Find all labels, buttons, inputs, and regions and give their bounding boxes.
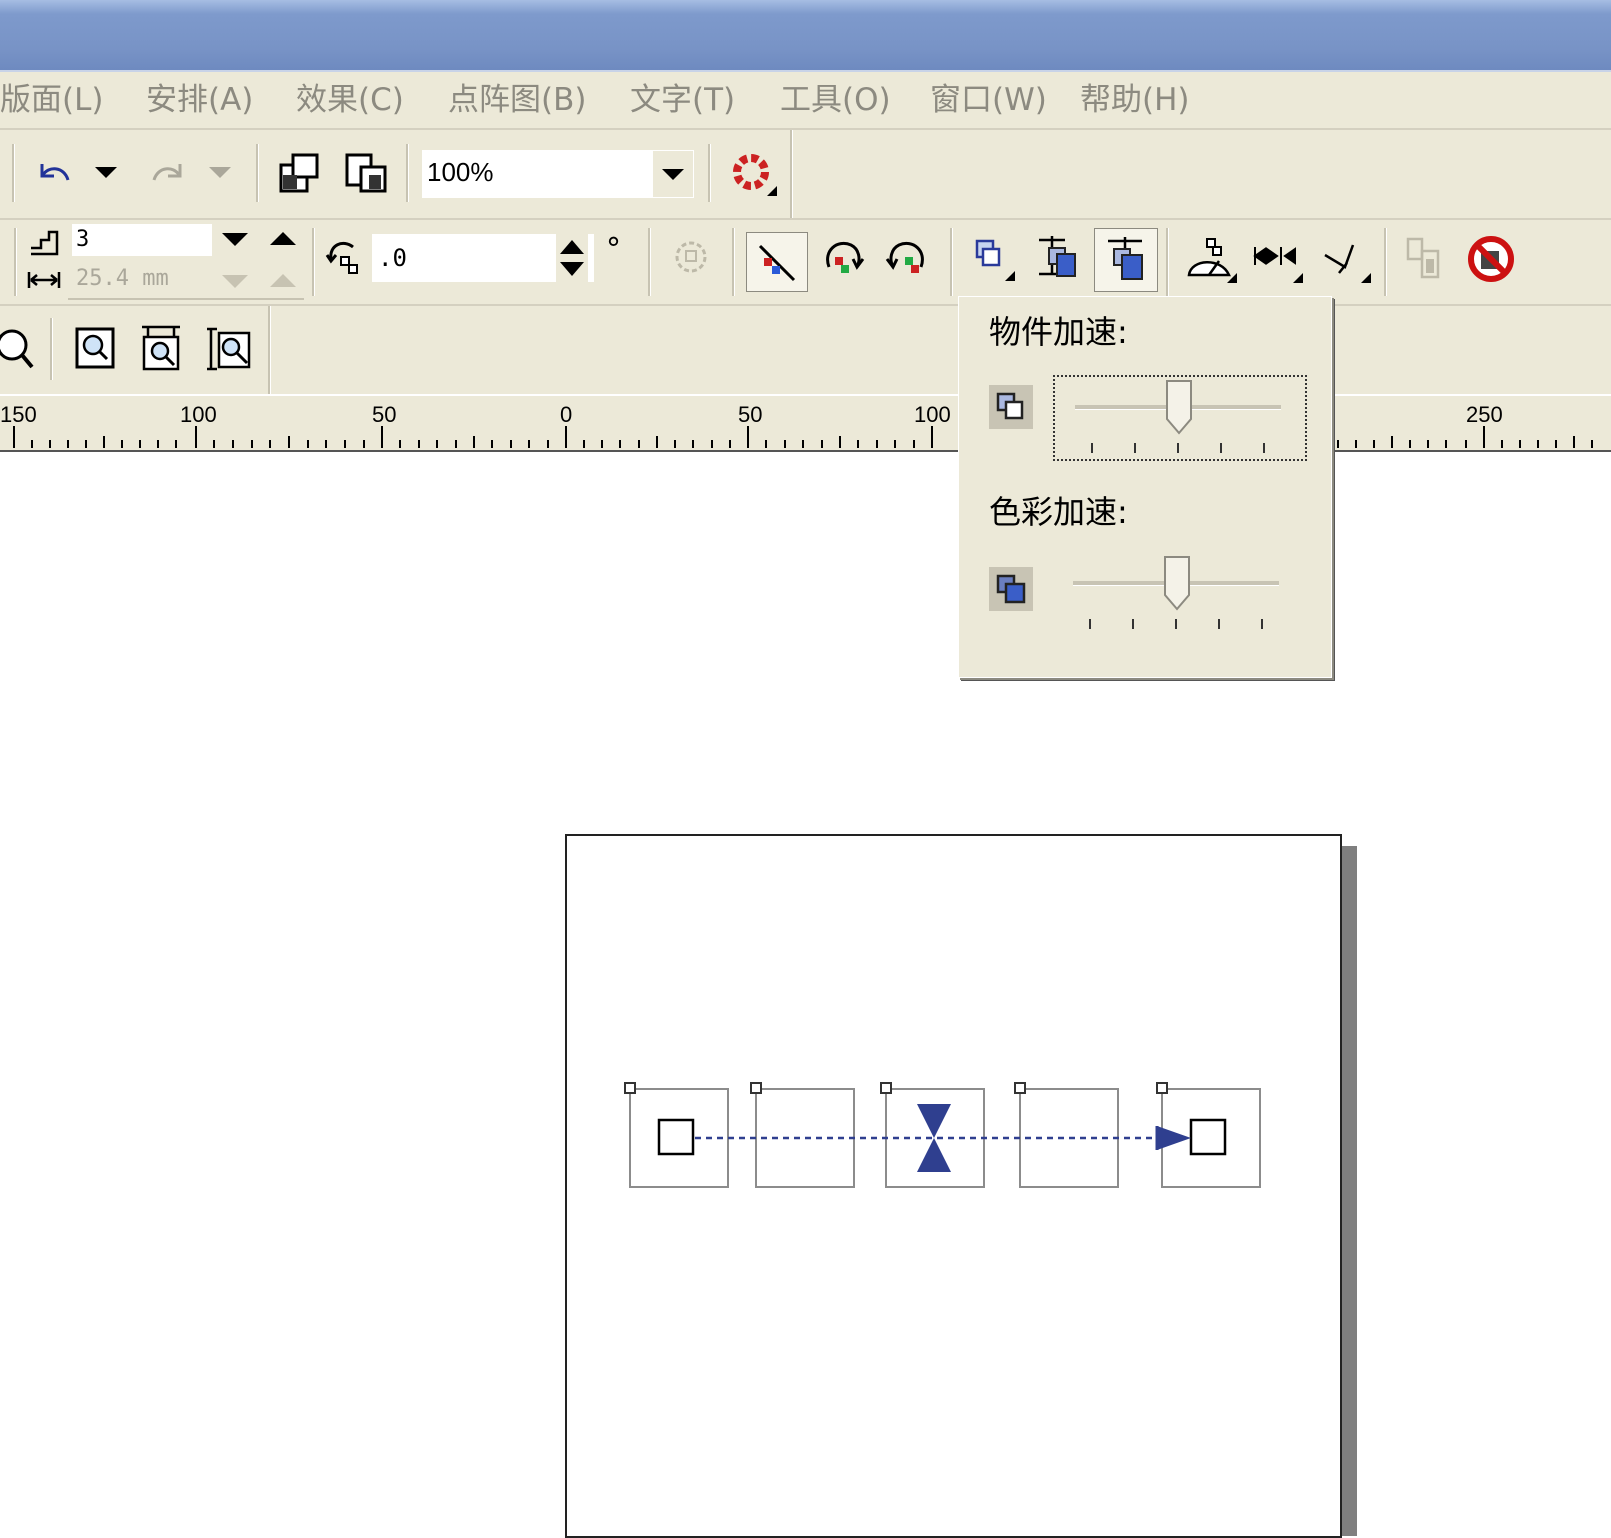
separator bbox=[648, 228, 651, 296]
slider-tick bbox=[1218, 619, 1220, 629]
ruler-label: 100 bbox=[180, 402, 217, 427]
slider-thumb[interactable] bbox=[1163, 555, 1191, 611]
spacing-icon bbox=[24, 264, 64, 296]
slider-tick bbox=[1089, 619, 1091, 629]
clockwise-blend-icon[interactable] bbox=[814, 232, 870, 286]
object-acceleration-label: 物件加速: bbox=[989, 313, 1128, 351]
degree-symbol: ° bbox=[606, 232, 621, 267]
spacing-decrease-icon bbox=[220, 270, 250, 292]
slider-tick bbox=[1263, 443, 1265, 453]
corel-launcher-icon[interactable] bbox=[726, 148, 782, 200]
slider-tick bbox=[1091, 443, 1093, 453]
copy-blend-properties-icon bbox=[1398, 232, 1452, 286]
acceleration-popup: 物件加速: 色彩加速: bbox=[958, 296, 1332, 678]
object-acceleration-icon[interactable] bbox=[968, 232, 1020, 286]
zoom-to-selected-icon[interactable] bbox=[70, 320, 120, 376]
menu-arrange[interactable]: 安排(A) bbox=[146, 72, 253, 128]
separator bbox=[1166, 228, 1169, 296]
separator bbox=[1384, 228, 1387, 296]
slider-thumb[interactable] bbox=[1165, 379, 1193, 435]
redo-icon[interactable] bbox=[144, 150, 192, 196]
spacing-increase-icon bbox=[268, 270, 298, 292]
separator bbox=[256, 144, 259, 202]
import-icon[interactable] bbox=[274, 148, 326, 198]
ruler-label: 50 bbox=[372, 402, 397, 427]
color-acceleration-slider[interactable] bbox=[1053, 553, 1303, 635]
zoom-combobox[interactable]: 100% bbox=[422, 150, 694, 198]
separator bbox=[406, 144, 409, 202]
ruler-label: 100 bbox=[914, 402, 951, 427]
menu-text[interactable]: 文字(T) bbox=[630, 72, 735, 128]
start-end-properties-icon[interactable] bbox=[1248, 232, 1308, 288]
spacing-value: 25.4 mm bbox=[76, 266, 169, 291]
separator bbox=[790, 130, 793, 218]
slider-tick bbox=[1132, 619, 1134, 629]
ruler-ticks bbox=[13, 426, 1593, 448]
color-acceleration-label: 色彩加速: bbox=[989, 493, 1128, 531]
ruler-label: 150 bbox=[0, 402, 37, 427]
drawing-page[interactable] bbox=[565, 834, 1342, 1538]
horizontal-ruler[interactable]: 150 100 50 0 50 100 250 bbox=[0, 396, 1611, 452]
rotation-spinner-icon[interactable] bbox=[556, 234, 588, 282]
slider-tick bbox=[1175, 619, 1177, 629]
undo-icon[interactable] bbox=[30, 150, 78, 196]
separator bbox=[950, 228, 953, 296]
steps-increase-icon[interactable] bbox=[268, 228, 298, 250]
separator bbox=[14, 228, 17, 296]
blend-properties-icon[interactable] bbox=[1182, 232, 1242, 288]
rotation-value: .0 bbox=[378, 244, 407, 272]
menu-effects[interactable]: 效果(C) bbox=[296, 72, 404, 128]
separator bbox=[732, 228, 735, 296]
zoom-to-all-objects-icon[interactable] bbox=[136, 320, 186, 376]
menu-window[interactable]: 窗口(W) bbox=[930, 72, 1047, 128]
menu-bar: 版面(L) 安排(A) 效果(C) 点阵图(B) 文字(T) 工具(O) 窗口(… bbox=[0, 72, 1611, 130]
redo-dropdown-icon[interactable] bbox=[206, 158, 234, 186]
zoom-value: 100% bbox=[427, 157, 494, 187]
object-acceleration-small-icon bbox=[989, 385, 1033, 429]
slider-tick bbox=[1177, 443, 1179, 453]
path-properties-icon[interactable] bbox=[1316, 232, 1376, 288]
menu-help[interactable]: 帮助(H) bbox=[1080, 72, 1190, 128]
ruler-label: 50 bbox=[738, 402, 763, 427]
accelerate-sizes-icon[interactable] bbox=[1094, 228, 1158, 292]
interactive-blend-path[interactable] bbox=[567, 836, 1340, 1536]
counterclockwise-blend-icon[interactable] bbox=[880, 232, 936, 286]
object-acceleration-slider[interactable] bbox=[1053, 375, 1307, 461]
export-icon[interactable] bbox=[340, 148, 392, 198]
steps-input[interactable]: 3 bbox=[72, 224, 212, 256]
color-acceleration-icon[interactable] bbox=[1032, 230, 1088, 288]
ruler-label: 0 bbox=[560, 402, 573, 427]
zoom-toolbar bbox=[0, 306, 1611, 394]
separator bbox=[268, 306, 271, 394]
loop-blend-icon bbox=[664, 232, 718, 282]
zoom-out-icon[interactable] bbox=[0, 320, 36, 376]
zoom-dropdown-icon[interactable] bbox=[653, 151, 693, 197]
separator bbox=[50, 318, 53, 380]
menu-layout[interactable]: 版面(L) bbox=[0, 72, 103, 128]
blend-rotation-icon bbox=[320, 234, 366, 280]
separator bbox=[312, 228, 315, 296]
separator bbox=[708, 144, 711, 202]
title-bar bbox=[0, 0, 1611, 72]
steps-icon bbox=[24, 226, 64, 260]
undo-dropdown-icon[interactable] bbox=[92, 158, 120, 186]
slider-tick bbox=[1134, 443, 1136, 453]
ruler-label: 250 bbox=[1466, 402, 1503, 427]
blend-property-bar: 3 25.4 mm .0 ° bbox=[0, 220, 1611, 306]
separator bbox=[12, 144, 15, 202]
steps-decrease-icon[interactable] bbox=[220, 228, 250, 250]
steps-value: 3 bbox=[76, 227, 90, 252]
menu-tools[interactable]: 工具(O) bbox=[780, 72, 891, 128]
clear-blend-icon[interactable] bbox=[1462, 230, 1520, 288]
standard-toolbar: 100% bbox=[0, 130, 1611, 220]
direct-blend-icon[interactable] bbox=[746, 232, 808, 292]
menu-bitmaps[interactable]: 点阵图(B) bbox=[448, 72, 586, 128]
slider-tick bbox=[1220, 443, 1222, 453]
slider-tick bbox=[1261, 619, 1263, 629]
color-acceleration-small-icon bbox=[989, 567, 1033, 611]
zoom-to-page-icon[interactable] bbox=[202, 320, 256, 376]
